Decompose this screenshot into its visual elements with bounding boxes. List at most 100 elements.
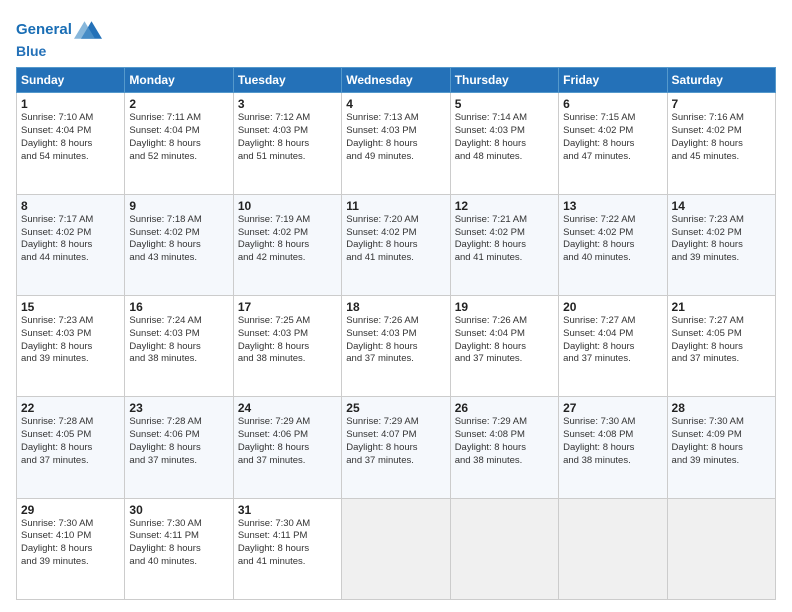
day-number: 26 — [455, 401, 554, 415]
cell-info: Sunrise: 7:18 AMSunset: 4:02 PMDaylight:… — [129, 214, 228, 265]
cell-info: Sunrise: 7:28 AMSunset: 4:05 PMDaylight:… — [21, 416, 120, 467]
cell-info: Sunrise: 7:28 AMSunset: 4:06 PMDaylight:… — [129, 416, 228, 467]
day-number: 14 — [672, 199, 771, 213]
cell-info: Sunrise: 7:20 AMSunset: 4:02 PMDaylight:… — [346, 214, 445, 265]
logo-blue: Blue — [16, 44, 102, 59]
day-number: 21 — [672, 300, 771, 314]
day-number: 31 — [238, 503, 337, 517]
cell-info: Sunrise: 7:29 AMSunset: 4:07 PMDaylight:… — [346, 416, 445, 467]
calendar-cell: 4Sunrise: 7:13 AMSunset: 4:03 PMDaylight… — [342, 93, 450, 194]
cell-info: Sunrise: 7:30 AMSunset: 4:09 PMDaylight:… — [672, 416, 771, 467]
calendar-cell: 5Sunrise: 7:14 AMSunset: 4:03 PMDaylight… — [450, 93, 558, 194]
calendar-cell: 19Sunrise: 7:26 AMSunset: 4:04 PMDayligh… — [450, 296, 558, 397]
weekday-header-row: SundayMondayTuesdayWednesdayThursdayFrid… — [17, 68, 776, 93]
calendar-cell: 3Sunrise: 7:12 AMSunset: 4:03 PMDaylight… — [233, 93, 341, 194]
weekday-thursday: Thursday — [450, 68, 558, 93]
weekday-saturday: Saturday — [667, 68, 775, 93]
calendar-cell: 17Sunrise: 7:25 AMSunset: 4:03 PMDayligh… — [233, 296, 341, 397]
cell-info: Sunrise: 7:29 AMSunset: 4:06 PMDaylight:… — [238, 416, 337, 467]
day-number: 1 — [21, 97, 120, 111]
calendar-cell: 28Sunrise: 7:30 AMSunset: 4:09 PMDayligh… — [667, 397, 775, 498]
page: General Blue SundayMondayTuesdayWednesda… — [0, 0, 792, 612]
cell-info: Sunrise: 7:15 AMSunset: 4:02 PMDaylight:… — [563, 112, 662, 163]
calendar-cell: 26Sunrise: 7:29 AMSunset: 4:08 PMDayligh… — [450, 397, 558, 498]
cell-info: Sunrise: 7:14 AMSunset: 4:03 PMDaylight:… — [455, 112, 554, 163]
cell-info: Sunrise: 7:30 AMSunset: 4:10 PMDaylight:… — [21, 518, 120, 569]
calendar-table: SundayMondayTuesdayWednesdayThursdayFrid… — [16, 67, 776, 600]
day-number: 19 — [455, 300, 554, 314]
calendar-cell — [450, 498, 558, 599]
cell-info: Sunrise: 7:26 AMSunset: 4:04 PMDaylight:… — [455, 315, 554, 366]
weekday-friday: Friday — [559, 68, 667, 93]
day-number: 16 — [129, 300, 228, 314]
week-row-1: 1Sunrise: 7:10 AMSunset: 4:04 PMDaylight… — [17, 93, 776, 194]
calendar-cell: 29Sunrise: 7:30 AMSunset: 4:10 PMDayligh… — [17, 498, 125, 599]
calendar-cell: 30Sunrise: 7:30 AMSunset: 4:11 PMDayligh… — [125, 498, 233, 599]
cell-info: Sunrise: 7:22 AMSunset: 4:02 PMDaylight:… — [563, 214, 662, 265]
calendar-cell: 23Sunrise: 7:28 AMSunset: 4:06 PMDayligh… — [125, 397, 233, 498]
cell-info: Sunrise: 7:29 AMSunset: 4:08 PMDaylight:… — [455, 416, 554, 467]
calendar-cell — [559, 498, 667, 599]
calendar-cell: 16Sunrise: 7:24 AMSunset: 4:03 PMDayligh… — [125, 296, 233, 397]
day-number: 4 — [346, 97, 445, 111]
day-number: 24 — [238, 401, 337, 415]
calendar-cell: 7Sunrise: 7:16 AMSunset: 4:02 PMDaylight… — [667, 93, 775, 194]
cell-info: Sunrise: 7:12 AMSunset: 4:03 PMDaylight:… — [238, 112, 337, 163]
calendar-cell: 31Sunrise: 7:30 AMSunset: 4:11 PMDayligh… — [233, 498, 341, 599]
weekday-wednesday: Wednesday — [342, 68, 450, 93]
day-number: 5 — [455, 97, 554, 111]
day-number: 7 — [672, 97, 771, 111]
day-number: 10 — [238, 199, 337, 213]
calendar-cell: 21Sunrise: 7:27 AMSunset: 4:05 PMDayligh… — [667, 296, 775, 397]
cell-info: Sunrise: 7:24 AMSunset: 4:03 PMDaylight:… — [129, 315, 228, 366]
cell-info: Sunrise: 7:23 AMSunset: 4:02 PMDaylight:… — [672, 214, 771, 265]
calendar-cell: 13Sunrise: 7:22 AMSunset: 4:02 PMDayligh… — [559, 194, 667, 295]
header: General Blue — [16, 12, 776, 59]
day-number: 23 — [129, 401, 228, 415]
logo-text: General — [16, 22, 72, 39]
calendar-cell: 10Sunrise: 7:19 AMSunset: 4:02 PMDayligh… — [233, 194, 341, 295]
day-number: 18 — [346, 300, 445, 314]
week-row-2: 8Sunrise: 7:17 AMSunset: 4:02 PMDaylight… — [17, 194, 776, 295]
cell-info: Sunrise: 7:25 AMSunset: 4:03 PMDaylight:… — [238, 315, 337, 366]
week-row-3: 15Sunrise: 7:23 AMSunset: 4:03 PMDayligh… — [17, 296, 776, 397]
day-number: 27 — [563, 401, 662, 415]
weekday-tuesday: Tuesday — [233, 68, 341, 93]
day-number: 30 — [129, 503, 228, 517]
cell-info: Sunrise: 7:19 AMSunset: 4:02 PMDaylight:… — [238, 214, 337, 265]
calendar-cell — [667, 498, 775, 599]
cell-info: Sunrise: 7:23 AMSunset: 4:03 PMDaylight:… — [21, 315, 120, 366]
calendar-cell: 12Sunrise: 7:21 AMSunset: 4:02 PMDayligh… — [450, 194, 558, 295]
weekday-sunday: Sunday — [17, 68, 125, 93]
cell-info: Sunrise: 7:11 AMSunset: 4:04 PMDaylight:… — [129, 112, 228, 163]
logo: General Blue — [16, 16, 102, 59]
calendar-cell: 14Sunrise: 7:23 AMSunset: 4:02 PMDayligh… — [667, 194, 775, 295]
cell-info: Sunrise: 7:27 AMSunset: 4:04 PMDaylight:… — [563, 315, 662, 366]
day-number: 9 — [129, 199, 228, 213]
calendar-cell: 6Sunrise: 7:15 AMSunset: 4:02 PMDaylight… — [559, 93, 667, 194]
day-number: 2 — [129, 97, 228, 111]
weekday-monday: Monday — [125, 68, 233, 93]
day-number: 25 — [346, 401, 445, 415]
calendar-cell: 2Sunrise: 7:11 AMSunset: 4:04 PMDaylight… — [125, 93, 233, 194]
day-number: 12 — [455, 199, 554, 213]
week-row-4: 22Sunrise: 7:28 AMSunset: 4:05 PMDayligh… — [17, 397, 776, 498]
calendar-cell: 20Sunrise: 7:27 AMSunset: 4:04 PMDayligh… — [559, 296, 667, 397]
calendar-cell: 18Sunrise: 7:26 AMSunset: 4:03 PMDayligh… — [342, 296, 450, 397]
week-row-5: 29Sunrise: 7:30 AMSunset: 4:10 PMDayligh… — [17, 498, 776, 599]
calendar-cell: 22Sunrise: 7:28 AMSunset: 4:05 PMDayligh… — [17, 397, 125, 498]
calendar-cell: 1Sunrise: 7:10 AMSunset: 4:04 PMDaylight… — [17, 93, 125, 194]
day-number: 8 — [21, 199, 120, 213]
cell-info: Sunrise: 7:16 AMSunset: 4:02 PMDaylight:… — [672, 112, 771, 163]
day-number: 3 — [238, 97, 337, 111]
cell-info: Sunrise: 7:30 AMSunset: 4:11 PMDaylight:… — [238, 518, 337, 569]
day-number: 13 — [563, 199, 662, 213]
cell-info: Sunrise: 7:13 AMSunset: 4:03 PMDaylight:… — [346, 112, 445, 163]
cell-info: Sunrise: 7:26 AMSunset: 4:03 PMDaylight:… — [346, 315, 445, 366]
cell-info: Sunrise: 7:10 AMSunset: 4:04 PMDaylight:… — [21, 112, 120, 163]
calendar-cell: 8Sunrise: 7:17 AMSunset: 4:02 PMDaylight… — [17, 194, 125, 295]
cell-info: Sunrise: 7:17 AMSunset: 4:02 PMDaylight:… — [21, 214, 120, 265]
day-number: 15 — [21, 300, 120, 314]
calendar-cell: 11Sunrise: 7:20 AMSunset: 4:02 PMDayligh… — [342, 194, 450, 295]
calendar-cell — [342, 498, 450, 599]
